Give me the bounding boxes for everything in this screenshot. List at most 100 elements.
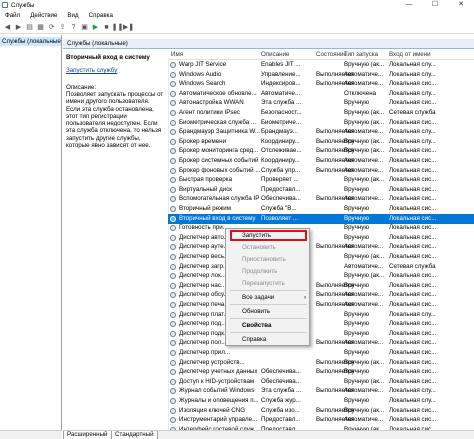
stop-icon[interactable]: ■ <box>102 23 111 32</box>
start-service-link[interactable]: Запустить службу <box>66 67 165 74</box>
menu-view[interactable]: Вид <box>62 10 83 21</box>
column-startup-type[interactable]: Тип запуска <box>344 50 389 60</box>
start-icon[interactable]: ▶ <box>91 23 100 32</box>
menu-action[interactable]: Действие <box>25 10 62 21</box>
service-gear-icon <box>170 273 176 280</box>
tab-extended[interactable]: Расширенный <box>63 431 112 439</box>
service-gear-icon <box>170 254 176 260</box>
console-tree: Службы (локальные) <box>0 35 62 439</box>
table-row[interactable]: Журналы и оповещения п... Служба жур... Вр… <box>168 396 474 406</box>
table-row[interactable]: Брокер времени Координиру... Выполняется Вр… <box>168 137 474 147</box>
service-name: Вторичный вход в систему <box>179 214 256 222</box>
service-description: Служба жур... <box>261 397 301 404</box>
menu-help[interactable]: Справка <box>84 10 118 21</box>
table-row[interactable]: Диспетчер устройств... Выполняется Вручную… <box>168 358 474 368</box>
service-name: Автоматическое обновле... <box>179 89 257 97</box>
menu-item-all-tasks[interactable]: Все задачи › <box>226 292 311 303</box>
maximize-button[interactable]: ☐ <box>422 0 448 10</box>
service-gear-icon <box>170 206 176 212</box>
column-description[interactable]: Описание <box>261 50 316 60</box>
service-name: Диспетчер прил... <box>179 349 231 356</box>
menu-file[interactable]: Файл <box>0 10 25 21</box>
table-row[interactable]: Автонастройка WWAN Эта служба ... Вручную Л… <box>168 98 474 108</box>
help-icon[interactable]: ? <box>69 23 78 32</box>
close-button[interactable]: ✕ <box>448 0 474 10</box>
table-row[interactable]: Диспетчер весь... Вручную (ак... Локальная… <box>168 252 474 262</box>
table-row[interactable]: Брокер фоновых событий ... Служба упр... В… <box>168 166 474 176</box>
table-row[interactable]: Windows Search Индексиров... Выполняется Ав… <box>168 79 474 89</box>
menu-item-properties[interactable]: Свойства <box>226 320 311 331</box>
service-startup-type: Автоматиче... <box>344 291 384 299</box>
service-gear-icon <box>170 148 176 155</box>
column-log-on-as[interactable]: Вход от имени <box>389 50 474 60</box>
table-row[interactable]: Изоляция ключей CNG Служба изо... Выполняе… <box>168 406 474 416</box>
table-row[interactable]: Готовность при... Вручную Локальная сис... <box>168 223 474 233</box>
table-row[interactable]: Инструментарий управле... Предоставл... Вы… <box>168 415 474 425</box>
table-row[interactable]: Windows Audio Управление... Выполняется Авт… <box>168 70 474 80</box>
table-row[interactable]: Диспетчер загр... Автоматиче... Сетевая сл… <box>168 262 474 272</box>
table-row[interactable]: Вспомогательная служба IP Обеспечива... Вы… <box>168 194 474 204</box>
content-header: Службы (локальные) <box>63 39 474 49</box>
table-row[interactable]: Warp JIT Service Enables JIT ... Вручную (… <box>168 60 474 70</box>
pause-icon[interactable]: ❚❚ <box>112 23 124 32</box>
service-log-on-as: Локальная сис... <box>389 176 437 184</box>
service-startup-type: Вручную (ак... <box>344 272 385 280</box>
list-view-icon[interactable]: ▦ <box>36 23 45 32</box>
restart-icon[interactable]: ▶❚ <box>123 23 134 32</box>
tab-standard[interactable]: Стандартный <box>111 431 158 439</box>
table-row[interactable]: Диспетчер печа... Выполняется Автоматиче..… <box>168 300 474 310</box>
table-row[interactable]: Биометрическая служба ... Биометриче... Вр… <box>168 118 474 128</box>
table-row[interactable]: Диспетчер авто... Вручную Локальная сис... <box>168 233 474 243</box>
table-row[interactable]: Диспетчер подк... Вручную Локальная сис... <box>168 329 474 339</box>
service-log-on-as: Локальная сис... <box>389 243 437 251</box>
service-startup-type: Вручную <box>344 214 369 222</box>
table-row[interactable]: Агент политики IPsec Безопасност... Вручну… <box>168 108 474 118</box>
minimize-button[interactable]: — <box>396 0 422 10</box>
menu-item-help[interactable]: Справка <box>226 334 311 345</box>
table-row[interactable]: Диспетчер учетных данных Обеспечива... Вып… <box>168 367 474 377</box>
column-name[interactable]: Имя <box>171 50 256 60</box>
service-name: Вспомогательная служба IP <box>179 195 260 203</box>
toolbar: ◀ ▶ ▤ ▦ ⟳ ⇪ ? ▣ ▶ ■ ❚❚ ▶❚ <box>0 21 474 34</box>
table-row[interactable]: Диспетчер пол... Выполняется Автоматиче...… <box>168 338 474 348</box>
forward-icon[interactable]: ▶ <box>14 23 23 32</box>
service-log-on-as: Локальная слу... <box>389 397 436 404</box>
table-row[interactable]: Быстрая проверка Проверяет ... Вручную (ак… <box>168 175 474 185</box>
service-gear-icon <box>170 196 176 203</box>
properties-icon[interactable]: ▣ <box>80 23 89 32</box>
table-row[interactable]: Доступ к HID-устройствам Обеспечива... Вру… <box>168 377 474 387</box>
table-row[interactable]: Вторичный режим Служба "В... Вручную Локаль… <box>168 204 474 214</box>
table-row[interactable]: Виртуальный диск Предоставл... Вручную Лока… <box>168 185 474 195</box>
table-row[interactable]: Брандмауэр Защитника W... Брандмауэ... Вып… <box>168 127 474 137</box>
service-name: Вторичный режим <box>179 205 231 212</box>
table-row[interactable]: Журнал событий Windows Эта служба ... Выпо… <box>168 386 474 396</box>
export-icon[interactable]: ⇪ <box>58 23 67 32</box>
service-startup-type: Автоматиче... <box>344 301 384 308</box>
table-row[interactable]: Диспетчер прил... Вручную Локальная сис... <box>168 348 474 358</box>
menu-separator <box>230 290 307 291</box>
table-row[interactable]: Брокер мониторинга сред... Отслеживае... В… <box>168 146 474 156</box>
console-tree-icon[interactable]: ▤ <box>25 23 34 32</box>
services-app-icon <box>2 2 8 8</box>
table-row[interactable]: Диспетчер под... Вручную Локальная сис... <box>168 319 474 329</box>
table-row[interactable]: Вторичный вход в систему Позволяет ... Вру… <box>168 213 474 224</box>
service-name: Быстрая проверка <box>179 176 233 184</box>
table-row[interactable]: Автоматическое обновле... Автоматиче... От… <box>168 89 474 99</box>
table-row[interactable]: Диспетчер обсу... Выполняется Автоматиче..… <box>168 290 474 300</box>
refresh-icon[interactable]: ⟳ <box>47 23 56 32</box>
table-row[interactable]: Диспетчер лок... Вручную (ак... Локальная … <box>168 271 474 281</box>
table-row[interactable]: Брокер системных событий Координиру... Вып… <box>168 156 474 166</box>
service-description: Служба изо... <box>261 406 300 414</box>
service-gear-icon <box>170 302 176 308</box>
table-row[interactable]: Диспетчер нас... Выполняется Вручную Локаль… <box>168 281 474 291</box>
service-log-on-as: Локальная сис... <box>389 253 437 260</box>
service-startup-type: Вручную (ак... <box>344 109 385 116</box>
menu-item-refresh[interactable]: Обновить <box>226 306 311 317</box>
tree-scrollbar[interactable] <box>0 430 62 439</box>
description-text: Позволяет запускать процессы от имени др… <box>66 91 164 150</box>
tree-node-services-local[interactable]: Службы (локальные) <box>0 37 61 46</box>
table-row[interactable]: Диспетчер ауте... Выполняется Автоматиче..… <box>168 242 474 252</box>
back-icon[interactable]: ◀ <box>3 23 12 32</box>
service-name: Диспетчер устройств... <box>179 358 245 366</box>
table-row[interactable]: Диспетчер плат... Вручную Локальная слу... <box>168 310 474 320</box>
